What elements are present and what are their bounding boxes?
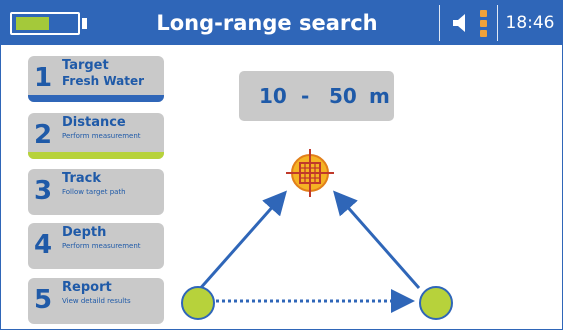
battery-level (16, 17, 49, 30)
step-title: Depth (62, 225, 107, 240)
target-crosshair-icon (286, 149, 334, 197)
distance-range-display: 10 - 50 m (239, 71, 394, 121)
step-depth[interactable]: 4 Depth Perform measurement (28, 223, 164, 269)
step-number: 3 (34, 176, 53, 206)
step-target[interactable]: 1 Target Fresh Water (28, 56, 164, 102)
arrow-left-to-target (196, 190, 287, 292)
step-number: 4 (34, 230, 53, 260)
step-title: Distance (62, 115, 126, 130)
range-unit: m (369, 84, 390, 108)
step-subtitle: Fresh Water (62, 74, 145, 88)
step-subtitle: View detaild results (62, 297, 131, 305)
app-screen: Long-range search 18:46 1 Target Fresh W… (0, 0, 563, 330)
step-subtitle: Follow target path (62, 188, 126, 196)
battery-cap (82, 18, 87, 29)
step-number: 1 (34, 63, 53, 93)
range-min: 10 (259, 84, 287, 108)
step-number: 2 (34, 120, 53, 150)
header-divider (497, 5, 498, 41)
step-active-bar (28, 152, 164, 159)
arrow-right-to-target (333, 190, 421, 289)
range-max: 50 (329, 84, 357, 108)
speaker-icon[interactable] (453, 14, 467, 32)
signal-bar (480, 20, 487, 27)
step-report[interactable]: 5 Report View detaild results (28, 278, 164, 324)
page-title: Long-range search (156, 11, 378, 35)
step-distance[interactable]: 2 Distance Perform measurement (28, 113, 164, 159)
step-title: Target (62, 58, 109, 73)
header-bar: Long-range search 18:46 (1, 1, 562, 45)
step-track[interactable]: 3 Track Follow target path (28, 169, 164, 215)
signal-strength-icon (480, 10, 487, 37)
step-subtitle: Perform measurement (62, 242, 141, 250)
signal-bar (480, 10, 487, 17)
step-subtitle: Perform measurement (62, 132, 141, 140)
header-divider (439, 5, 440, 41)
probe-left-icon (181, 286, 215, 320)
measurement-diagram (181, 149, 453, 320)
battery-icon (10, 12, 80, 35)
step-title: Track (62, 171, 101, 186)
step-active-bar (28, 95, 164, 102)
step-number: 5 (34, 285, 53, 315)
probe-right-icon (419, 286, 453, 320)
signal-bar (480, 30, 487, 37)
clock: 18:46 (505, 13, 555, 33)
range-separator: - (301, 84, 310, 108)
step-title: Report (62, 280, 112, 295)
